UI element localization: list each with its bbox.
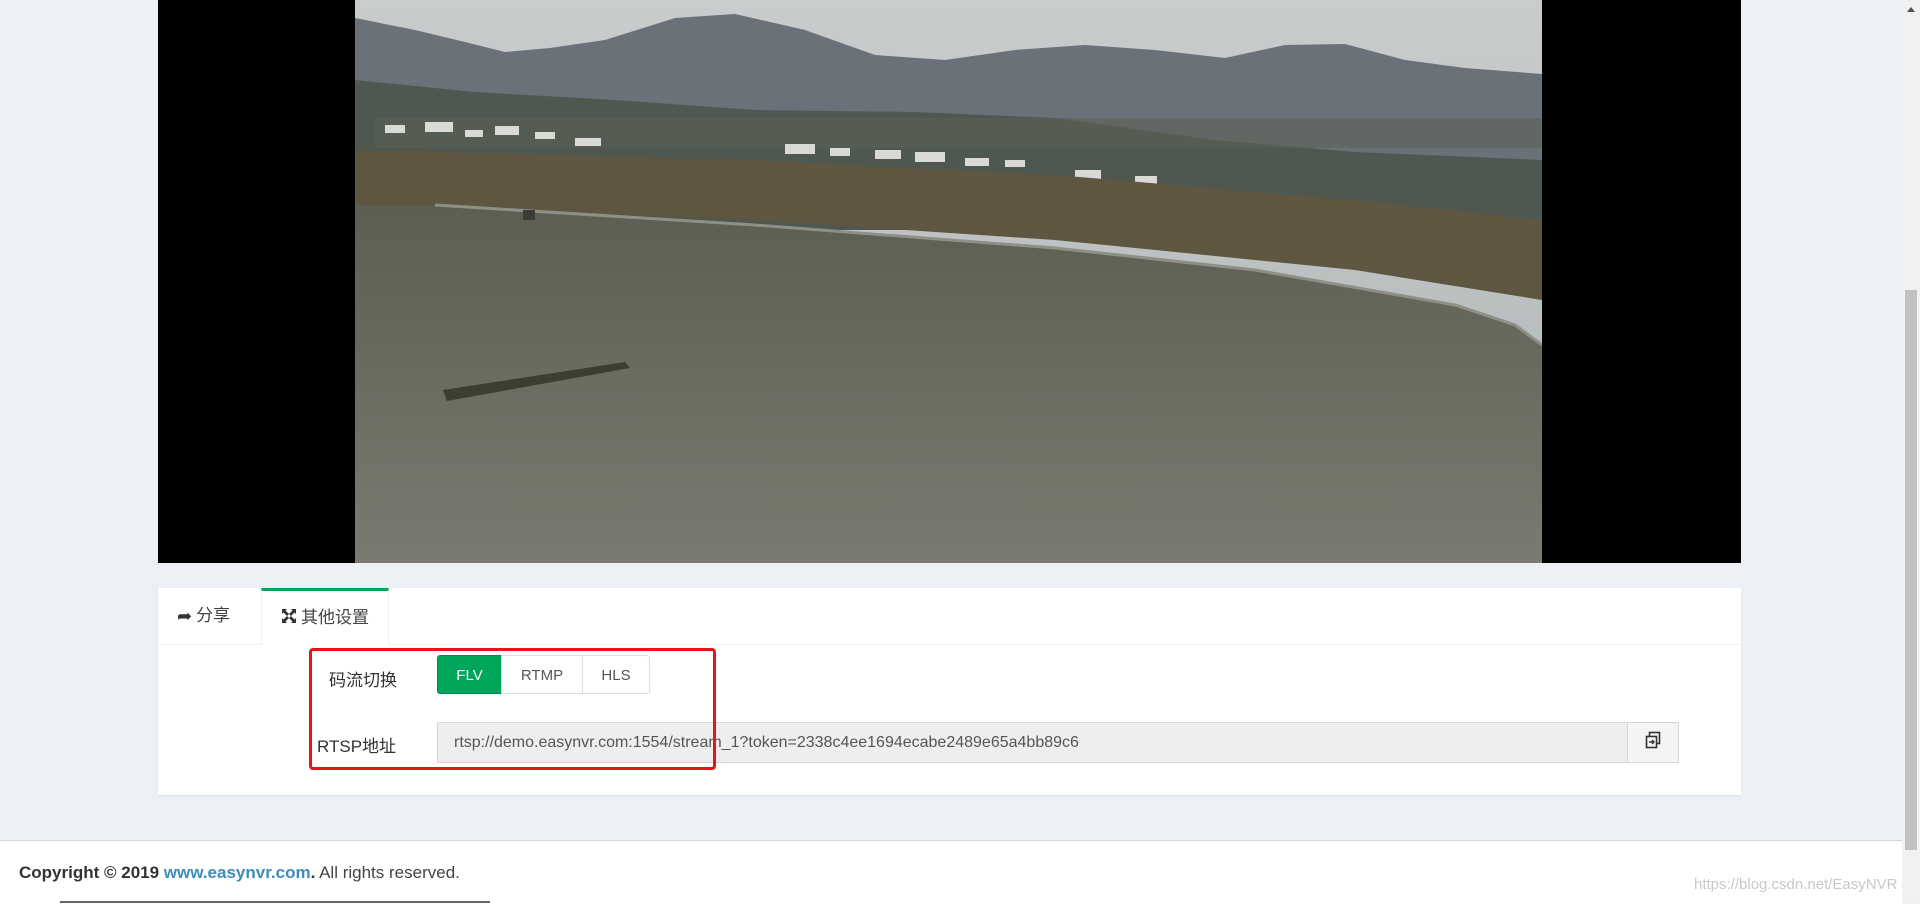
expand-arrows-icon <box>281 590 297 646</box>
video-landscape-image <box>355 0 1542 563</box>
copyright-suffix: All rights reserved. <box>315 863 460 882</box>
stream-format-group: FLV RTMP HLS <box>437 655 650 694</box>
copyright-text: Copyright © 2019 www.easynvr.com. All ri… <box>19 863 460 883</box>
tab-bar: ➦ 分享 其他设置 <box>158 588 1741 645</box>
footer: Copyright © 2019 www.easynvr.com. All ri… <box>0 840 1902 904</box>
rtmp-button[interactable]: RTMP <box>501 655 583 694</box>
flv-button[interactable]: FLV <box>437 655 502 694</box>
rtsp-address-value[interactable]: rtsp://demo.easynvr.com:1554/stream_1?to… <box>438 734 1627 752</box>
tab-share-label: 分享 <box>196 605 231 625</box>
copyright-prefix: Copyright © 2019 <box>19 863 160 882</box>
share-arrow-icon: ➦ <box>177 605 193 626</box>
rtsp-address-label: RTSP地址 <box>317 737 397 756</box>
copy-icon <box>1644 731 1662 754</box>
video-frame <box>355 0 1542 563</box>
page-scrollbar[interactable] <box>1902 0 1920 903</box>
hls-button[interactable]: HLS <box>582 655 650 694</box>
settings-panel: ➦ 分享 其他设置 码流切换 FLV RTMP HLS RTSP地址 rtsp:… <box>158 588 1741 795</box>
scroll-up-arrow-icon[interactable] <box>1902 0 1920 17</box>
scroll-thumb[interactable] <box>1905 290 1917 850</box>
tab-other-settings-label: 其他设置 <box>301 608 369 627</box>
copy-button[interactable] <box>1627 723 1678 762</box>
easynvr-link[interactable]: www.easynvr.com <box>164 863 311 882</box>
watermark: https://blog.csdn.net/EasyNVR <box>1694 876 1898 893</box>
rtsp-address-field[interactable]: rtsp://demo.easynvr.com:1554/stream_1?to… <box>437 722 1679 763</box>
video-player[interactable] <box>158 0 1741 563</box>
tab-other-settings[interactable]: 其他设置 <box>261 588 389 645</box>
stream-switch-label: 码流切换 <box>329 671 397 690</box>
tab-share[interactable]: ➦ 分享 <box>158 588 261 643</box>
